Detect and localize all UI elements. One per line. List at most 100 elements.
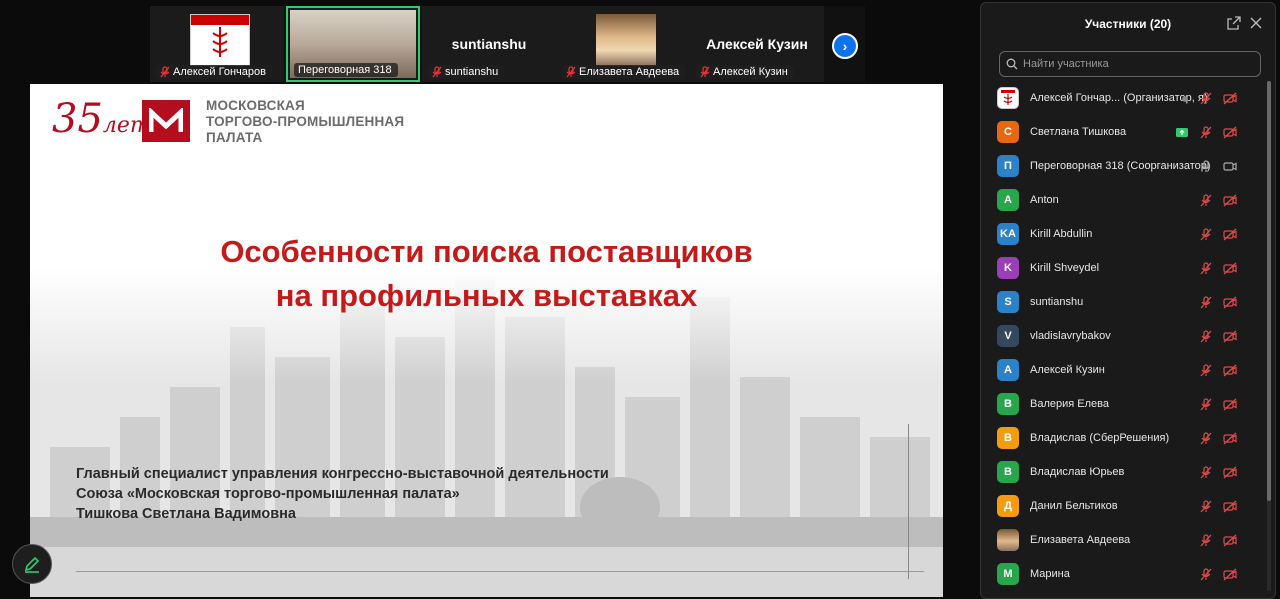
video-off-icon[interactable] <box>1223 398 1237 411</box>
thumbnail-elizaveta-avdeeva[interactable]: Елизавета Авдеева <box>556 6 690 82</box>
organization-name: МОСКОВСКАЯ ТОРГОВО-ПРОМЫШЛЕННАЯ ПАЛАТА <box>206 98 405 145</box>
video-off-icon[interactable] <box>1223 126 1237 139</box>
participant-controls <box>1199 262 1237 275</box>
mtpp-logo-avatar <box>190 14 250 66</box>
thumbnail-aleksey-goncharov[interactable]: Алексей Гончаров <box>150 6 284 82</box>
participant-controls <box>1199 364 1237 377</box>
participant-row[interactable]: В Владислав Юрьев <box>981 455 1267 489</box>
mic-icon[interactable] <box>1199 160 1213 173</box>
share-screen-icon <box>1176 128 1188 137</box>
muted-mic-icon[interactable] <box>1199 194 1213 207</box>
participant-controls <box>1199 228 1237 241</box>
participant-name: Алексей Кузин <box>1030 364 1105 376</box>
participant-list-scrollbar[interactable] <box>1267 81 1271 591</box>
participant-name: Kirill Abdullin <box>1030 228 1093 240</box>
video-off-icon[interactable] <box>1223 364 1237 377</box>
participant-row[interactable]: Алексей Гончар... (Организатор, я) <box>981 81 1267 115</box>
participant-controls <box>1199 500 1237 513</box>
participant-row[interactable]: В Владислав (СберРешения) <box>981 421 1267 455</box>
muted-mic-icon[interactable] <box>1199 568 1213 581</box>
muted-mic-icon[interactable] <box>1199 466 1213 479</box>
video-off-icon[interactable] <box>1223 466 1237 479</box>
muted-mic-icon[interactable] <box>1199 500 1213 513</box>
video-off-icon[interactable] <box>1223 534 1237 547</box>
video-off-icon[interactable] <box>1223 92 1237 105</box>
muted-mic-icon[interactable] <box>1199 296 1213 309</box>
thumbnail-meeting-room-318[interactable]: Переговорная 318 <box>286 6 420 82</box>
muted-mic-icon[interactable] <box>1199 330 1213 343</box>
participant-avatar: Д <box>997 495 1019 517</box>
participant-avatar <box>997 87 1019 109</box>
participant-row[interactable]: K Kirill Shveydel <box>981 251 1267 285</box>
muted-mic-icon[interactable] <box>1199 398 1213 411</box>
thumbnail-name: suntianshu <box>445 66 499 78</box>
thumbnail-name: Елизавета Авдеева <box>579 66 680 78</box>
muted-mic-icon[interactable] <box>1199 92 1213 105</box>
video-off-icon[interactable] <box>1223 194 1237 207</box>
participant-row[interactable]: П Переговорная 318 (Соорганизатор) <box>981 149 1267 183</box>
participant-name: Светлана Тишкова <box>1030 126 1127 138</box>
participant-row[interactable]: Vvladislavrybakov <box>981 319 1267 353</box>
chevron-right-icon: › <box>842 38 848 54</box>
video-off-icon[interactable] <box>1223 432 1237 445</box>
video-off-icon[interactable] <box>1223 500 1237 513</box>
video-off-icon[interactable] <box>1223 330 1237 343</box>
thumbnail-name-tag: Переговорная 318 <box>294 63 398 77</box>
participant-name: vladislavrybakov <box>1030 330 1111 342</box>
thumbnail-name-tag: suntianshu <box>428 65 505 79</box>
participant-row[interactable]: Елизавета Авдеева <box>981 523 1267 557</box>
participant-controls <box>1199 330 1237 343</box>
participant-row[interactable]: М Марина <box>981 557 1267 591</box>
participant-row[interactable]: А Алексей Кузин <box>981 353 1267 387</box>
panel-header: Участники (20) <box>981 3 1275 45</box>
zoom-meeting-window: Алексей Гончаров Переговорная 318 suntia… <box>0 0 1280 599</box>
participant-row[interactable]: Д Данил Бельтиков <box>981 489 1267 523</box>
participant-row[interactable]: Ssuntianshu <box>981 285 1267 319</box>
participant-avatar: V <box>997 325 1019 347</box>
participant-controls <box>1199 296 1237 309</box>
video-thumbnail-strip: Алексей Гончаров Переговорная 318 suntia… <box>150 6 865 82</box>
muted-mic-icon[interactable] <box>1199 126 1213 139</box>
participant-controls <box>1199 194 1237 207</box>
muted-mic-icon[interactable] <box>1199 262 1213 275</box>
muted-mic-icon[interactable] <box>1199 364 1213 377</box>
participant-avatar: A <box>997 189 1019 211</box>
decorative-divider <box>76 571 924 572</box>
video-off-icon[interactable] <box>1223 262 1237 275</box>
annotate-button[interactable] <box>12 544 52 584</box>
thumbnail-name-tag: Алексей Кузин <box>696 65 794 79</box>
next-page-button[interactable]: › <box>832 33 858 59</box>
participant-controls <box>1199 466 1237 479</box>
popout-icon[interactable] <box>1227 16 1241 30</box>
thumbnail-suntianshu[interactable]: suntianshu suntianshu <box>422 6 556 82</box>
participant-row[interactable]: С Светлана Тишкова <box>981 115 1267 149</box>
muted-mic-icon[interactable] <box>1199 534 1213 547</box>
search-input[interactable] <box>1023 58 1243 70</box>
status-dot-icon <box>1182 95 1188 102</box>
muted-mic-icon <box>566 66 576 78</box>
participant-controls <box>1199 534 1237 547</box>
participant-avatar: S <box>997 291 1019 313</box>
thumbnail-aleksey-kuzin[interactable]: Алексей Кузин Алексей Кузин <box>690 6 824 82</box>
thumbnail-name-tag: Елизавета Авдеева <box>562 65 686 79</box>
video-icon[interactable] <box>1223 160 1237 173</box>
video-off-icon[interactable] <box>1223 228 1237 241</box>
participant-row[interactable]: В Валерия Елева <box>981 387 1267 421</box>
participant-row[interactable]: A Anton <box>981 183 1267 217</box>
muted-mic-icon[interactable] <box>1199 432 1213 445</box>
participant-name: Елизавета Авдеева <box>1030 534 1131 546</box>
participant-search <box>999 51 1261 77</box>
muted-mic-icon[interactable] <box>1199 228 1213 241</box>
elizaveta-avatar-photo <box>596 14 656 66</box>
video-off-icon[interactable] <box>1223 296 1237 309</box>
close-icon[interactable] <box>1249 16 1263 30</box>
video-off-icon[interactable] <box>1223 568 1237 581</box>
participant-avatar: В <box>997 427 1019 449</box>
thumbnail-big-name: Алексей Кузин <box>706 36 808 52</box>
participant-name: Владислав Юрьев <box>1030 466 1125 478</box>
participant-name: Данил Бельтиков <box>1030 500 1118 512</box>
participant-name: Марина <box>1030 568 1070 580</box>
muted-mic-icon <box>432 66 442 78</box>
participant-row[interactable]: KA Kirill Abdullin <box>981 217 1267 251</box>
speaker-info: Главный специалист управления конгрессно… <box>76 466 609 522</box>
